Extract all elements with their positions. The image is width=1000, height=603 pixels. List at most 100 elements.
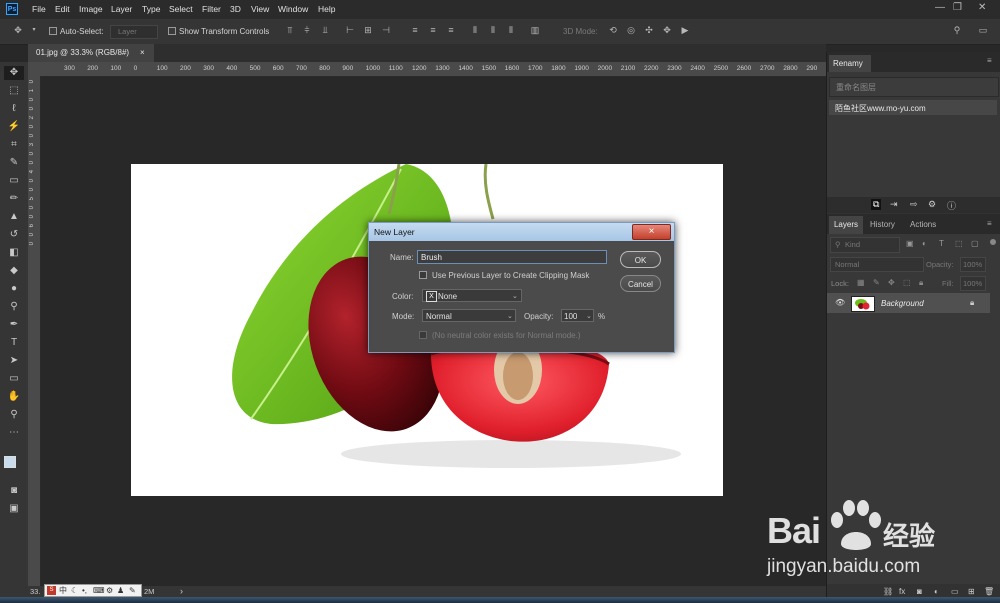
ime-moon-icon[interactable]: ☾ — [71, 585, 78, 596]
chevron-down-icon[interactable]: ⌄ — [586, 311, 592, 322]
color-select[interactable]: X None ⌄ — [422, 289, 522, 302]
dodge-tool-icon[interactable]: ⚲ — [4, 300, 24, 314]
arrow-icon[interactable]: ⇨ — [910, 199, 918, 210]
visibility-eye-icon[interactable]: 👁︎ — [835, 298, 845, 307]
screen-mode-icon[interactable]: ▣ — [4, 502, 24, 516]
3d-slide-icon[interactable]: ✥ — [662, 25, 672, 36]
auto-select-target-select[interactable]: Layer — [110, 25, 158, 39]
menu-3d[interactable]: 3D — [230, 4, 241, 14]
opacity-input[interactable]: 100 ⌄ — [561, 309, 594, 322]
crop-tool-icon[interactable]: ⌗ — [4, 138, 24, 152]
move-tool-preset-icon[interactable]: ✥ — [13, 25, 23, 36]
3d-camera-icon[interactable]: ▶ — [680, 25, 690, 36]
filter-pixel-icon[interactable]: ▣ — [906, 239, 914, 248]
workspace-icon[interactable]: ▭ — [978, 25, 988, 36]
show-transform-checkbox[interactable] — [168, 27, 176, 35]
3d-roll-icon[interactable]: ◎ — [626, 25, 636, 36]
menu-filter[interactable]: Filter — [202, 4, 221, 14]
distribute-hcenter-icon[interactable]: ⦀ — [488, 25, 498, 36]
menu-file[interactable]: File — [32, 4, 46, 14]
menu-layer[interactable]: Layer — [111, 4, 132, 14]
layer-name-input[interactable]: Brush — [417, 250, 607, 264]
info-icon[interactable]: ⓘ — [947, 199, 956, 212]
filter-adjustment-icon[interactable]: ◐ — [922, 239, 927, 248]
auto-select-checkbox[interactable] — [49, 27, 57, 35]
3d-orbit-icon[interactable]: ⟲ — [608, 25, 618, 36]
quick-mask-icon[interactable]: ◙ — [4, 484, 24, 498]
filter-type-icon[interactable]: T — [939, 239, 944, 248]
align-hcenter-icon[interactable]: ⊞ — [363, 25, 373, 36]
history-brush-tool-icon[interactable]: ↺ — [4, 228, 24, 242]
eraser-tool-icon[interactable]: ◧ — [4, 246, 24, 260]
ime-tool-icon[interactable]: ✎ — [129, 585, 136, 596]
status-arrow-icon[interactable]: › — [180, 586, 183, 596]
type-tool-icon[interactable]: T — [4, 336, 24, 350]
align-left-icon[interactable]: ⊢ — [345, 25, 355, 36]
magic-wand-tool-icon[interactable]: ⚡ — [4, 120, 24, 134]
filter-shape-icon[interactable]: ⬚ — [955, 239, 963, 248]
close-window-icon[interactable]: ✕ — [978, 2, 986, 13]
restore-icon[interactable]: ❐ — [953, 2, 962, 13]
menu-edit[interactable]: Edit — [55, 4, 70, 14]
brush-tool-icon[interactable]: ✏ — [4, 192, 24, 206]
menu-window[interactable]: Window — [278, 4, 308, 14]
blend-mode-select[interactable]: Normal — [830, 257, 924, 272]
minimize-icon[interactable]: — — [935, 2, 945, 13]
menu-image[interactable]: Image — [79, 4, 103, 14]
ok-button[interactable]: OK — [620, 251, 661, 268]
link-layers-icon[interactable]: ⛓︎ — [883, 587, 893, 596]
stamp-tool-icon[interactable]: ▲ — [4, 210, 24, 224]
filter-kind-select[interactable]: ⚲ Kind — [830, 237, 900, 253]
distribute-vcenter-icon[interactable]: ≡ — [428, 25, 438, 36]
tab-actions[interactable]: Actions — [910, 220, 936, 229]
gear-icon[interactable]: ⚙ — [928, 199, 936, 210]
distribute-bottom-icon[interactable]: ≡ — [446, 25, 456, 36]
dialog-title-bar[interactable]: New Layer × — [369, 223, 674, 241]
renamy-list-item[interactable]: 陌鱼社区www.mo-yu.com — [829, 100, 997, 115]
adjustment-layer-icon[interactable]: ◐ — [934, 587, 939, 596]
tab-history[interactable]: History — [870, 220, 895, 229]
rename-layer-input[interactable]: 重命名图层 — [829, 77, 999, 97]
status-zoom[interactable]: 33. — [30, 587, 40, 596]
ime-mode[interactable]: 中 — [59, 585, 67, 596]
close-tab-icon[interactable]: × — [140, 44, 145, 62]
move-tool-icon[interactable]: ✥ — [4, 66, 24, 80]
more-tools-icon[interactable]: ⋯ — [4, 426, 24, 440]
align-bottom-icon[interactable]: ⫫ — [320, 25, 330, 36]
menu-select[interactable]: Select — [169, 4, 193, 14]
menu-type[interactable]: Type — [142, 4, 160, 14]
clipping-mask-checkbox[interactable] — [419, 271, 427, 279]
lock-artboard-icon[interactable]: ⬚ — [903, 278, 911, 287]
add-mask-icon[interactable]: ◙ — [917, 587, 922, 596]
pen-tool-icon[interactable]: ✒ — [4, 318, 24, 332]
renamy-tab[interactable]: Renamy — [829, 55, 871, 72]
renamy-panel-icon[interactable]: ⧉ — [871, 199, 882, 210]
hand-tool-icon[interactable]: ✋ — [4, 390, 24, 404]
panel-menu-icon[interactable]: ≡ — [987, 56, 992, 65]
lock-position-icon[interactable]: ✥ — [888, 278, 895, 287]
blur-tool-icon[interactable]: ● — [4, 282, 24, 296]
new-group-icon[interactable]: ▭ — [951, 587, 959, 596]
menu-view[interactable]: View — [251, 4, 269, 14]
lasso-tool-icon[interactable]: ℓ — [4, 102, 24, 116]
ime-settings-icon[interactable]: ⚙ — [106, 585, 113, 596]
marquee-tool-icon[interactable]: ⬚ — [4, 84, 24, 98]
mode-select[interactable]: Normal ⌄ — [422, 309, 516, 322]
export-icon[interactable]: ⇥ — [890, 199, 898, 210]
healing-tool-icon[interactable]: ▭ — [4, 174, 24, 188]
foreground-color-swatch[interactable] — [4, 456, 16, 468]
layer-row-background[interactable]: 👁︎ Background 🔒︎ — [827, 293, 990, 313]
filter-toggle[interactable] — [990, 239, 996, 245]
ime-keyboard-icon[interactable]: ⌨ — [93, 585, 105, 596]
document-tab[interactable]: 01.jpg @ 33.3% (RGB/8#) × — [28, 44, 154, 62]
lock-image-icon[interactable]: ✎ — [873, 278, 880, 287]
path-selection-tool-icon[interactable]: ➤ — [4, 354, 24, 368]
zoom-tool-icon[interactable]: ⚲ — [4, 408, 24, 422]
filter-smart-object-icon[interactable]: ▢ — [971, 239, 979, 248]
menu-help[interactable]: Help — [318, 4, 335, 14]
fx-icon[interactable]: fx — [899, 587, 905, 596]
lock-transparent-icon[interactable]: ▦ — [857, 278, 865, 287]
lock-all-icon[interactable]: 🔒︎ — [919, 278, 923, 288]
fill-input[interactable]: 100% — [960, 276, 986, 291]
ime-logo-icon[interactable]: S — [47, 586, 56, 595]
